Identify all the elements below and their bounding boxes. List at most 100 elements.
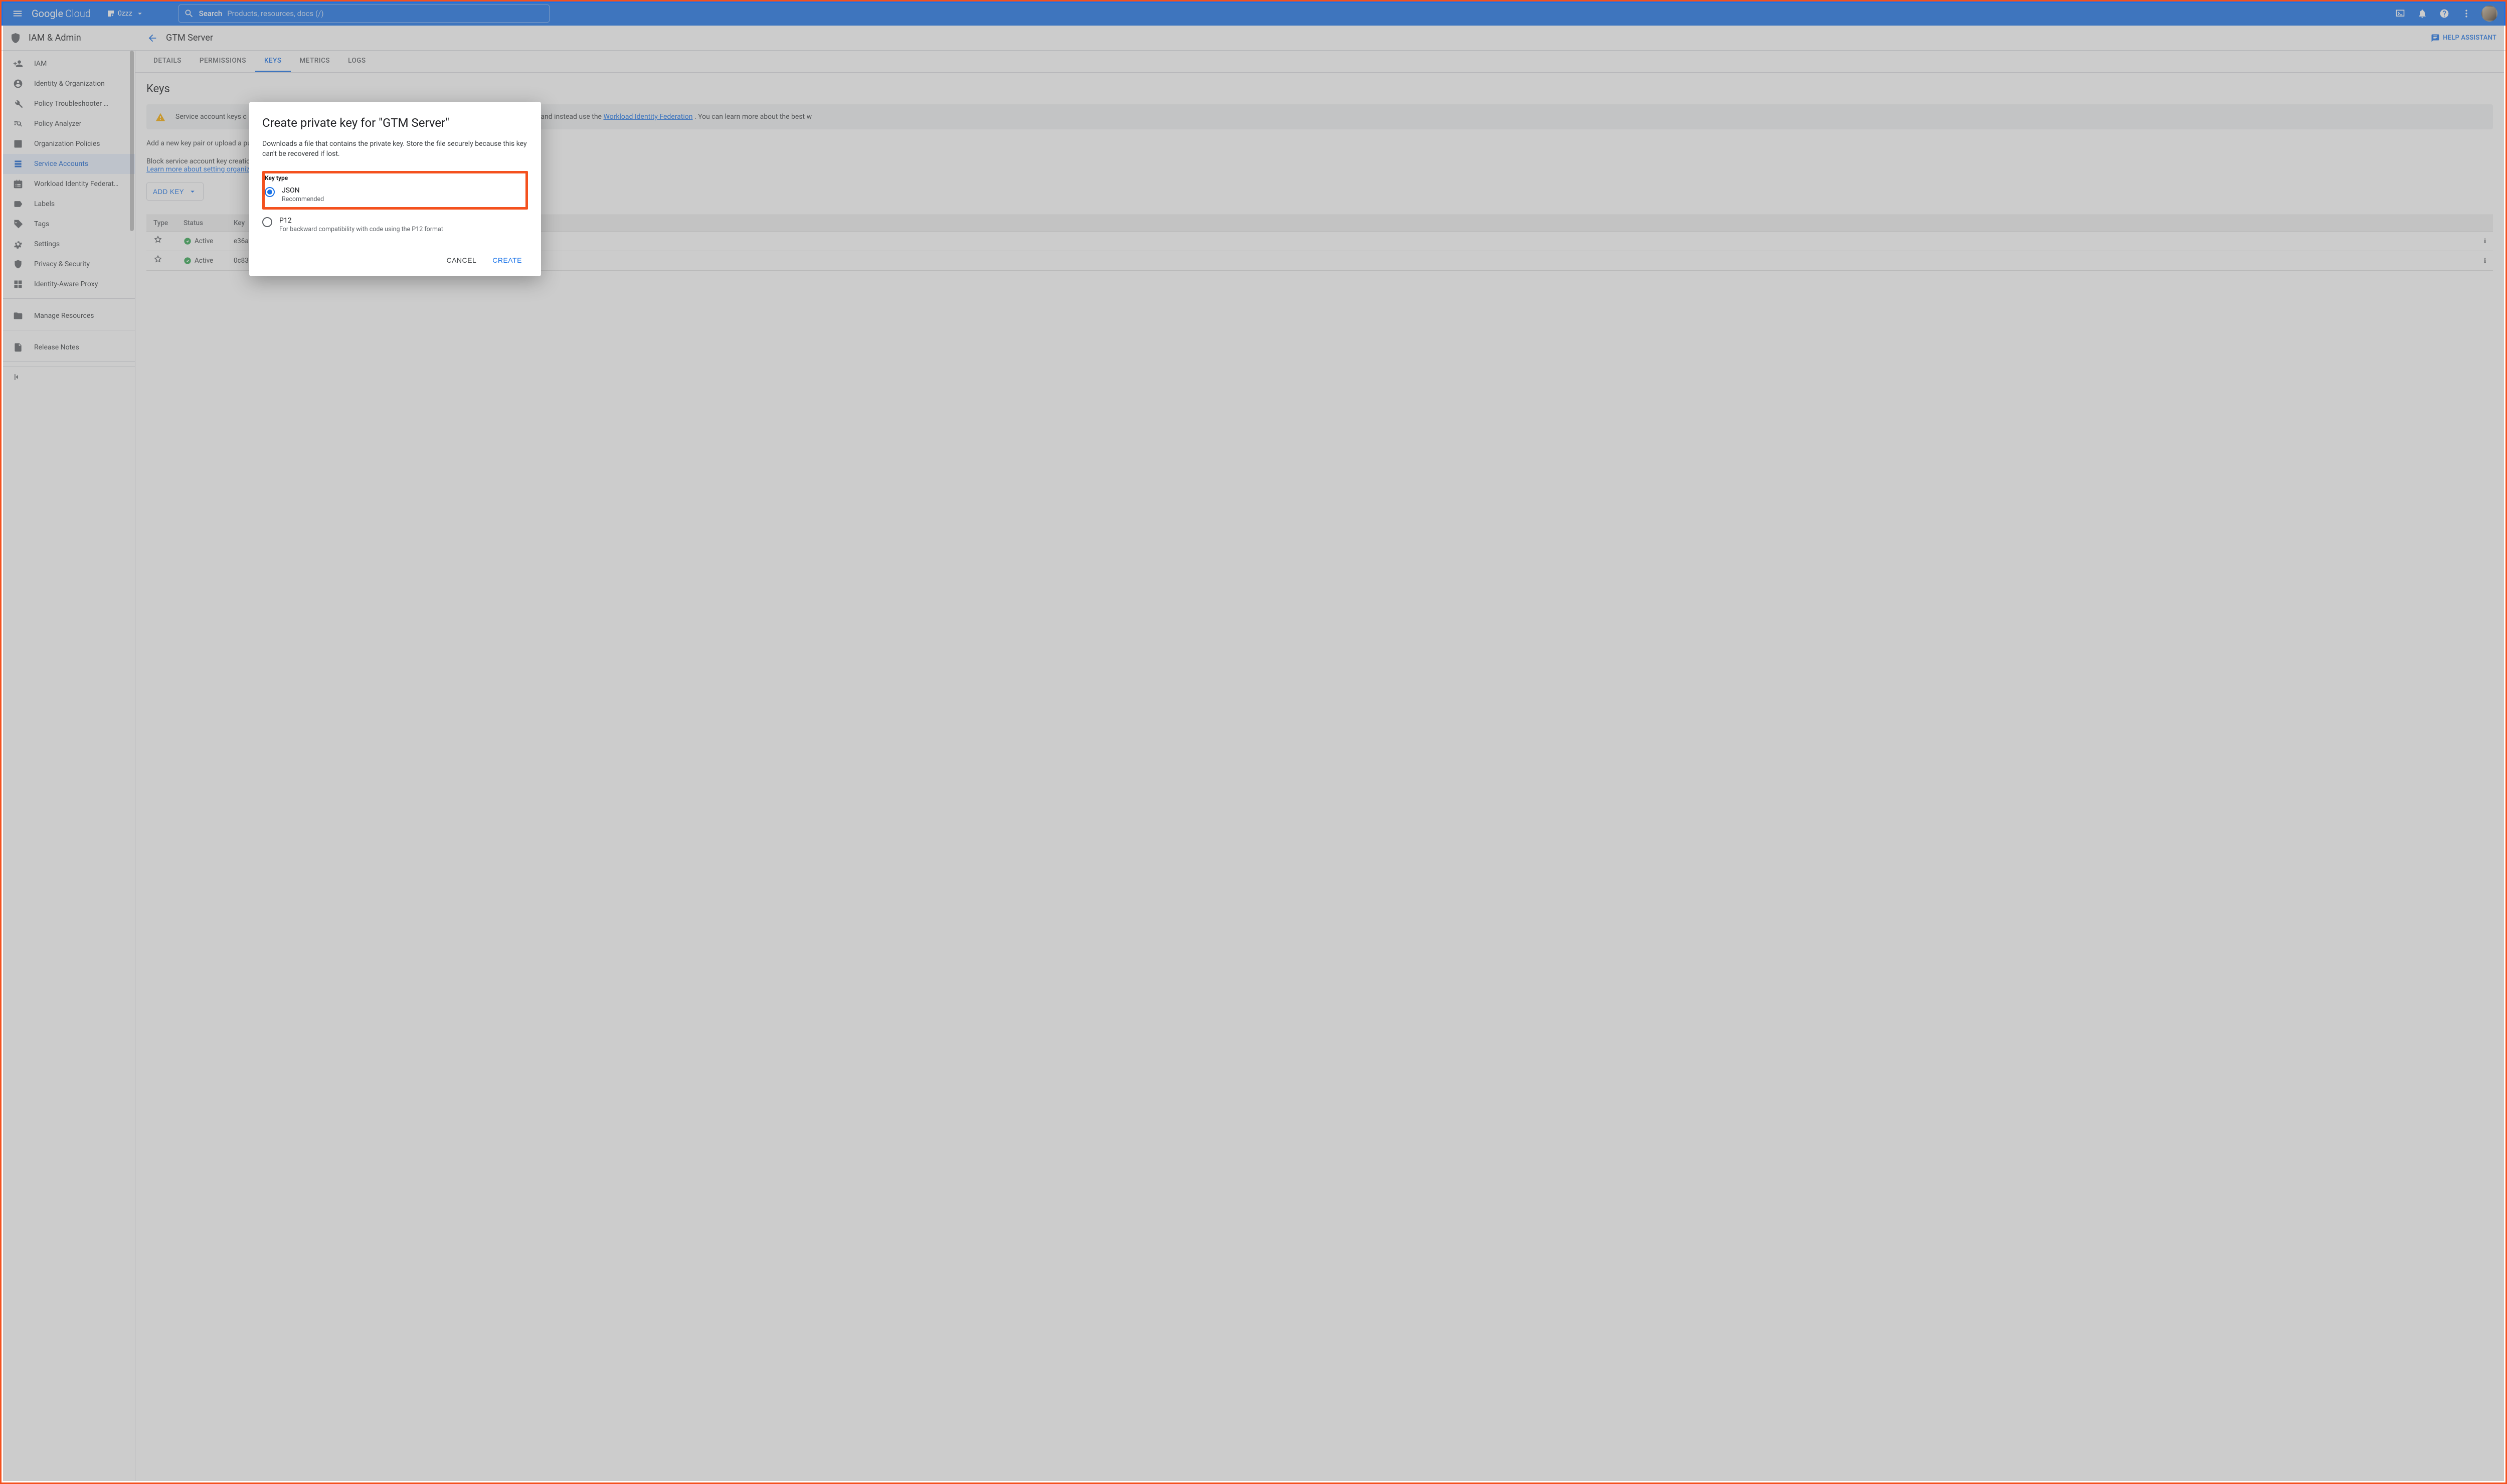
- sidebar-item-iam[interactable]: IAM: [3, 54, 135, 74]
- radio-json-sub: Recommended: [282, 196, 324, 203]
- section-heading: Keys: [146, 83, 2493, 95]
- radio-button-json[interactable]: [265, 187, 275, 197]
- top-bar: GoogleCloud 0zzz Search Products, resour…: [2, 2, 2505, 26]
- cancel-button[interactable]: CANCEL: [440, 252, 482, 268]
- tab-keys[interactable]: KEYS: [255, 51, 290, 72]
- learn-more-link[interactable]: Learn more about setting organiza: [146, 165, 254, 173]
- sidebar-item-labels[interactable]: Labels: [3, 194, 135, 214]
- help-icon[interactable]: [2434, 4, 2454, 24]
- check-circle-icon: [184, 257, 192, 265]
- sidebar-item-iap[interactable]: Identity-Aware Proxy: [3, 274, 135, 294]
- annotation-highlight: Key type JSON Recommended: [262, 171, 528, 210]
- radio-p12-sub: For backward compatibility with code usi…: [279, 226, 443, 233]
- key-id: 0c834: [227, 251, 2473, 271]
- sidebar-item-identity[interactable]: Identity & Organization: [3, 74, 135, 94]
- sidebar-item-service-accounts[interactable]: Service Accounts: [3, 154, 135, 174]
- tab-logs[interactable]: LOGS: [339, 51, 375, 72]
- sidebar-item-org-policies[interactable]: Organization Policies: [3, 134, 135, 154]
- sidebar-item-release-notes[interactable]: Release Notes: [3, 337, 135, 357]
- product-title: IAM & Admin: [29, 33, 81, 43]
- tab-details[interactable]: DETAILS: [144, 51, 191, 72]
- sidebar-item-label: Policy Analyzer: [34, 120, 81, 128]
- iam-shield-icon: [10, 32, 22, 44]
- notifications-icon[interactable]: [2412, 4, 2432, 24]
- chevron-down-icon: [135, 9, 144, 18]
- sidebar-item-label: Workload Identity Federat…: [34, 180, 118, 188]
- key-id: e36a3: [227, 232, 2473, 251]
- dialog-description: Downloads a file that contains the priva…: [262, 139, 528, 159]
- help-assistant-label: HELP ASSISTANT: [2443, 34, 2496, 42]
- chevron-down-icon: [188, 187, 197, 196]
- chevron-left-bar-icon: [12, 372, 22, 382]
- radio-json[interactable]: JSON Recommended: [265, 184, 514, 204]
- sidebar: IAM Identity & Organization Policy Troub…: [3, 51, 135, 1481]
- col-status: Status: [176, 215, 227, 232]
- scrollbar-thumb[interactable]: [130, 51, 134, 231]
- col-type: Type: [146, 215, 176, 232]
- hamburger-menu-icon[interactable]: [6, 2, 30, 26]
- gear-icon: [13, 239, 23, 249]
- create-button[interactable]: CREATE: [486, 252, 528, 268]
- add-key-button[interactable]: ADD KEY: [146, 182, 204, 201]
- chat-icon: [2431, 34, 2440, 43]
- search-hint: Products, resources, docs (/): [227, 9, 323, 18]
- sidebar-item-label: Release Notes: [34, 343, 79, 351]
- service-account-icon: [13, 159, 23, 169]
- sidebar-item-privacy[interactable]: Privacy & Security: [3, 254, 135, 274]
- logo-text-cloud: Cloud: [65, 8, 91, 20]
- dialog-title: Create private key for "GTM Server": [262, 116, 528, 130]
- tabs: DETAILS PERMISSIONS KEYS METRICS LOGS: [135, 51, 2504, 73]
- radio-json-label: JSON: [282, 187, 324, 195]
- sidebar-item-label: Labels: [34, 200, 55, 208]
- sidebar-item-label: Policy Troubleshooter …: [34, 100, 108, 108]
- account-avatar[interactable]: [2481, 6, 2497, 22]
- section-header: IAM & Admin GTM Server HELP ASSISTANT: [2, 26, 2505, 51]
- warning-icon: [155, 112, 165, 122]
- sidebar-item-tags[interactable]: Tags: [3, 214, 135, 234]
- search-icon: [184, 9, 194, 19]
- sidebar-item-troubleshooter[interactable]: Policy Troubleshooter …: [3, 94, 135, 114]
- google-cloud-logo[interactable]: GoogleCloud: [32, 2, 91, 26]
- sidebar-item-label: Organization Policies: [34, 140, 100, 148]
- cloud-shell-icon[interactable]: [2390, 4, 2410, 24]
- tab-metrics[interactable]: METRICS: [291, 51, 339, 72]
- sidebar-item-label: Settings: [34, 240, 60, 248]
- person-add-icon: [13, 59, 23, 69]
- radio-button-p12[interactable]: [262, 217, 272, 227]
- workload-identity-link[interactable]: Workload Identity Federation: [603, 113, 692, 121]
- sidebar-item-workload[interactable]: Workload Identity Federat…: [3, 174, 135, 194]
- radio-p12[interactable]: P12 For backward compatibility with code…: [262, 215, 528, 234]
- arrow-back-icon: [147, 33, 158, 44]
- article-icon: [13, 139, 23, 149]
- sidebar-item-manage-resources[interactable]: Manage Resources: [3, 306, 135, 326]
- search-label: Search: [199, 9, 223, 18]
- sidebar-item-settings[interactable]: Settings: [3, 234, 135, 254]
- label-icon: [13, 199, 23, 209]
- sidebar-item-analyzer[interactable]: Policy Analyzer: [3, 114, 135, 134]
- tab-permissions[interactable]: PERMISSIONS: [191, 51, 255, 72]
- col-key: Key: [227, 215, 2473, 232]
- document-icon: [13, 342, 23, 352]
- add-key-label: ADD KEY: [153, 188, 184, 196]
- collapse-sidebar-button[interactable]: [3, 366, 135, 387]
- project-name: 0zzz: [118, 10, 132, 18]
- wrench-icon: [13, 99, 23, 109]
- sidebar-item-label: Manage Resources: [34, 312, 94, 320]
- project-picker[interactable]: 0zzz: [103, 7, 148, 20]
- more-vert-icon[interactable]: [2456, 4, 2476, 24]
- key-type-icon: [153, 255, 162, 264]
- tag-icon: [13, 219, 23, 229]
- back-button[interactable]: [143, 29, 162, 48]
- key-type-label: Key type: [265, 174, 514, 181]
- sidebar-item-label: Service Accounts: [34, 160, 88, 168]
- sidebar-item-label: Tags: [34, 220, 49, 228]
- manage-search-icon: [13, 119, 23, 129]
- key-type-icon: [153, 236, 162, 245]
- search-input[interactable]: Search Products, resources, docs (/): [178, 5, 550, 23]
- folder-icon: [13, 311, 23, 321]
- account-circle-icon: [13, 79, 23, 89]
- shield-icon: [13, 259, 23, 269]
- help-assistant-button[interactable]: HELP ASSISTANT: [2431, 34, 2496, 43]
- create-key-dialog: Create private key for "GTM Server" Down…: [249, 102, 541, 276]
- sidebar-item-label: IAM: [34, 60, 47, 68]
